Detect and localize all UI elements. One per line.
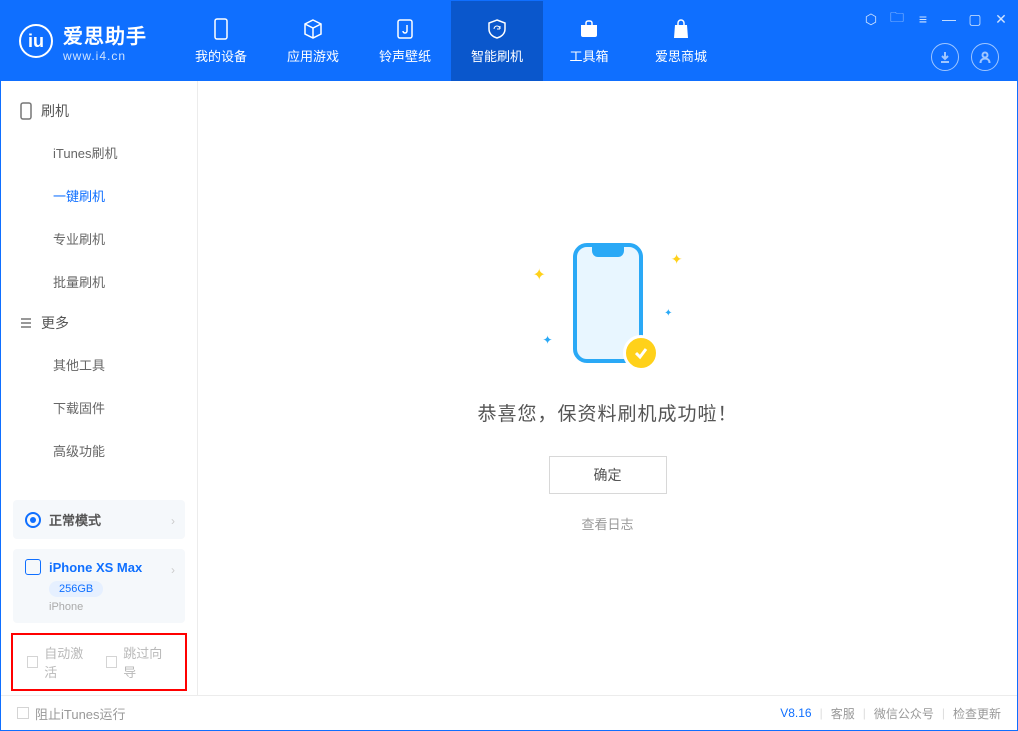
checkmark-badge-icon (623, 335, 659, 371)
mode-label: 正常模式 (49, 510, 101, 529)
shield-refresh-icon (486, 18, 508, 40)
cube-icon (302, 18, 324, 40)
success-message: 恭喜您，保资料刷机成功啦！ (477, 399, 737, 426)
separator: | (820, 706, 823, 720)
sidebar-item-pro-flash[interactable]: 专业刷机 (1, 217, 197, 260)
separator: | (942, 706, 945, 720)
music-file-icon (394, 18, 416, 40)
app-url: www.i4.cn (63, 49, 147, 63)
sidebar-item-batch-flash[interactable]: 批量刷机 (1, 260, 197, 303)
nav-label: 应用游戏 (287, 46, 339, 65)
nav-label: 铃声壁纸 (379, 46, 431, 65)
group-title: 刷机 (41, 101, 69, 121)
checkbox-label: 阻止iTunes运行 (35, 704, 126, 723)
nav-label: 智能刷机 (471, 46, 523, 65)
nav-store[interactable]: 爱思商城 (635, 1, 727, 81)
highlighted-options: 自动激活 跳过向导 (11, 633, 187, 691)
checkbox-icon (106, 656, 117, 668)
support-link[interactable]: 客服 (831, 705, 855, 722)
phone-icon (19, 102, 33, 120)
ok-button[interactable]: 确定 (549, 456, 667, 494)
menu-icon[interactable]: ≡ (915, 11, 931, 27)
success-illustration: ✦ ✦ ✦ ✦ (573, 243, 643, 363)
sidebar-group-more: 更多 (1, 303, 197, 343)
nav-apps-games[interactable]: 应用游戏 (267, 1, 359, 81)
view-log-link[interactable]: 查看日志 (581, 514, 633, 533)
device-type: iPhone (49, 601, 173, 613)
sidebar-item-advanced[interactable]: 高级功能 (1, 429, 197, 472)
nav-label: 工具箱 (569, 46, 608, 65)
sidebar-group-flash: 刷机 (1, 91, 197, 131)
app-header: iu 爱思助手 www.i4.cn 我的设备 应用游戏 铃声壁纸 智能刷机 (1, 1, 1017, 81)
logo-text: 爱思助手 www.i4.cn (63, 20, 147, 63)
mode-card[interactable]: 正常模式 › (13, 500, 185, 539)
chevron-right-icon: › (171, 563, 175, 577)
tshirt-icon[interactable]: ⬡ (863, 11, 879, 28)
nav-label: 爱思商城 (655, 46, 707, 65)
device-icon (210, 18, 232, 40)
nav-toolbox[interactable]: 工具箱 (543, 1, 635, 81)
status-bar: 阻止iTunes运行 V8.16 | 客服 | 微信公众号 | 检查更新 (1, 695, 1017, 730)
user-button[interactable] (971, 43, 999, 71)
version-label: V8.16 (780, 706, 811, 720)
sparkle-icon: ✦ (533, 265, 546, 285)
checkbox-icon (27, 656, 38, 668)
sparkle-icon: ✦ (664, 308, 672, 319)
checkbox-label: 跳过向导 (123, 643, 171, 681)
separator: | (863, 706, 866, 720)
sparkle-icon: ✦ (671, 251, 683, 268)
nav-my-device[interactable]: 我的设备 (175, 1, 267, 81)
storage-badge: 256GB (49, 581, 103, 597)
wechat-link[interactable]: 微信公众号 (874, 705, 934, 722)
device-icon (25, 559, 41, 575)
logo-block: iu 爱思助手 www.i4.cn (1, 1, 165, 81)
nav-ring-wallpaper[interactable]: 铃声壁纸 (359, 1, 451, 81)
list-icon (19, 316, 33, 330)
header-tools (931, 43, 999, 71)
device-name: iPhone XS Max (49, 560, 142, 575)
sidebar-item-download-firmware[interactable]: 下载固件 (1, 386, 197, 429)
checkbox-auto-activate[interactable]: 自动激活 (27, 643, 92, 681)
sidebar-item-other-tools[interactable]: 其他工具 (1, 343, 197, 386)
mode-icon (25, 512, 41, 528)
download-button[interactable] (931, 43, 959, 71)
close-button[interactable]: ✕ (993, 11, 1009, 28)
lock-icon[interactable]: 🗀 (889, 7, 905, 31)
nav-smart-flash[interactable]: 智能刷机 (451, 1, 543, 81)
device-card[interactable]: iPhone XS Max 256GB iPhone › (13, 549, 185, 623)
logo-icon: iu (19, 24, 53, 58)
bag-icon (670, 18, 692, 40)
toolbox-icon (578, 18, 600, 40)
sidebar-item-itunes-flash[interactable]: iTunes刷机 (1, 131, 197, 174)
main-pane: ✦ ✦ ✦ ✦ 恭喜您，保资料刷机成功啦！ 确定 查看日志 (198, 81, 1017, 695)
minimize-button[interactable]: — (941, 11, 957, 27)
group-title: 更多 (41, 313, 69, 333)
checkbox-label: 自动激活 (44, 643, 92, 681)
sidebar: 刷机 iTunes刷机 一键刷机 专业刷机 批量刷机 更多 其他工具 下载固件 … (1, 81, 198, 695)
checkbox-icon (17, 707, 29, 719)
checkbox-skip-wizard[interactable]: 跳过向导 (106, 643, 171, 681)
sparkle-icon: ✦ (543, 333, 553, 347)
window-controls: ⬡ 🗀 ≡ — ▢ ✕ (863, 7, 1009, 31)
sidebar-item-oneclick-flash[interactable]: 一键刷机 (1, 174, 197, 217)
check-update-link[interactable]: 检查更新 (953, 705, 1001, 722)
chevron-right-icon: › (171, 514, 175, 528)
nav-label: 我的设备 (195, 46, 247, 65)
maximize-button[interactable]: ▢ (967, 11, 983, 28)
app-name: 爱思助手 (63, 20, 147, 49)
checkbox-block-itunes[interactable]: 阻止iTunes运行 (17, 704, 126, 723)
